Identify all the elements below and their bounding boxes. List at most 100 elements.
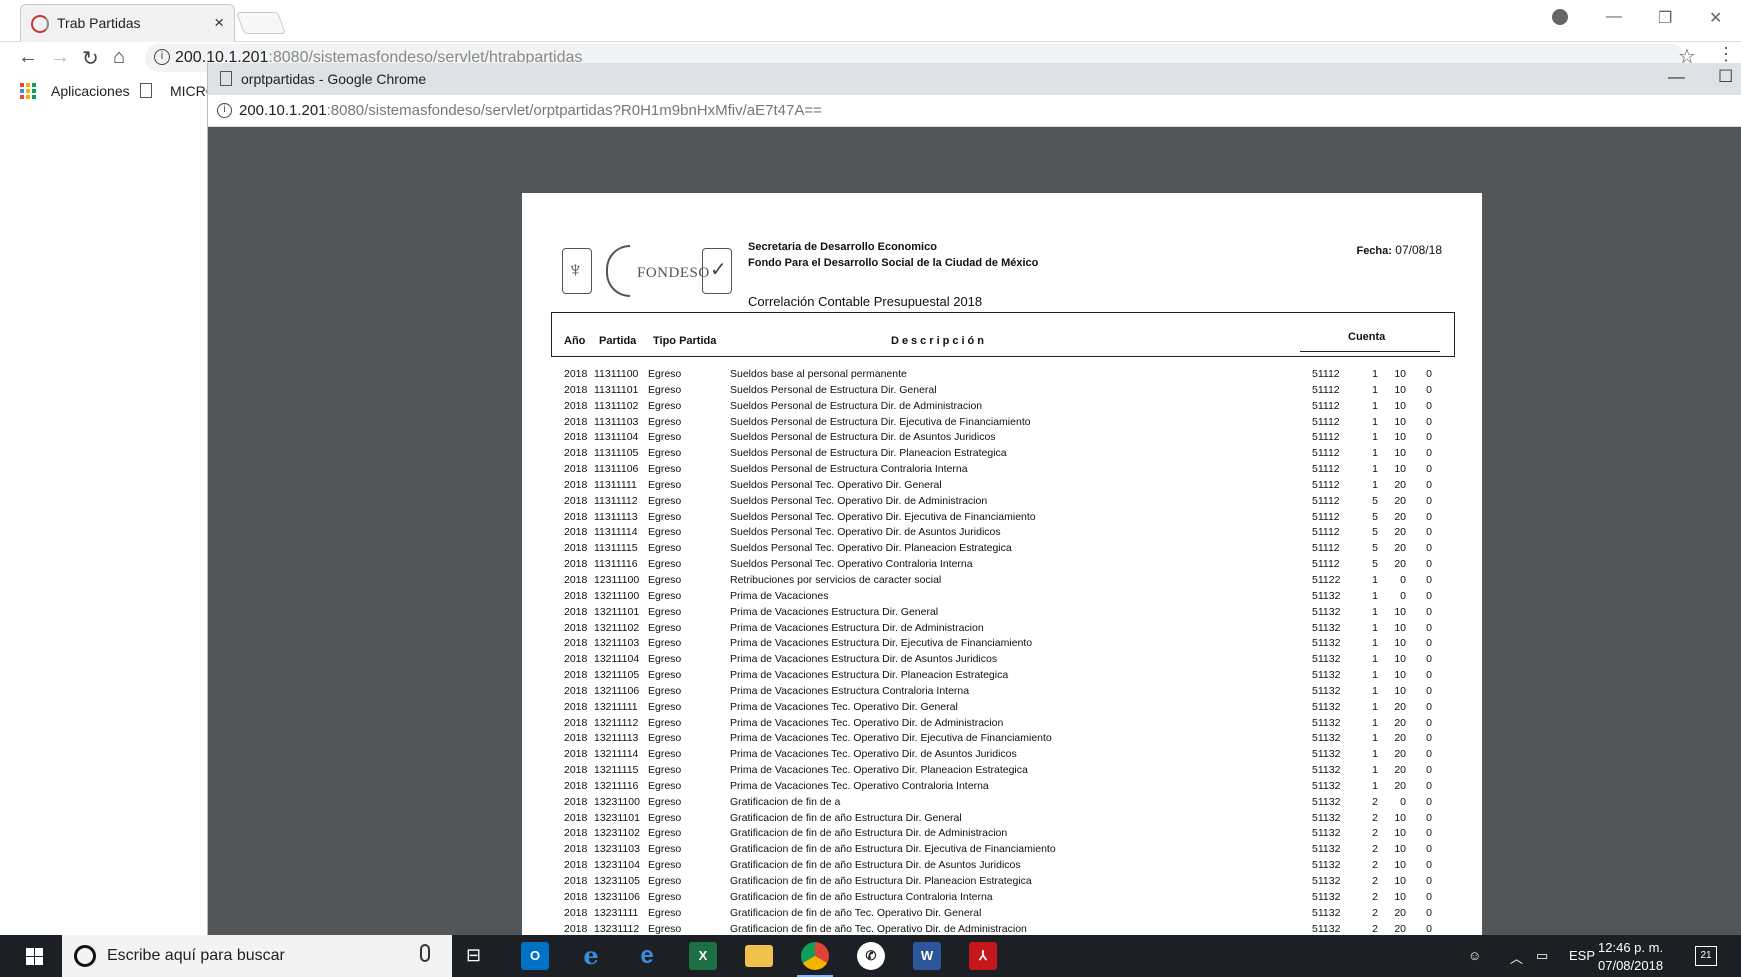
cortana-icon[interactable]	[74, 945, 96, 967]
excel-icon[interactable]: X	[689, 942, 717, 970]
apps-grid-icon[interactable]	[20, 83, 36, 99]
org-name: Secretaria de Desarrollo Economico	[748, 241, 937, 253]
row-descripcion: Gratificacion de fin de año Estructura D…	[730, 859, 1021, 872]
row-cuenta: 51112	[1312, 463, 1340, 476]
language-indicator[interactable]: ESP	[1569, 948, 1595, 963]
site-info-icon[interactable]: i	[154, 49, 170, 65]
row-anio: 2018	[564, 653, 588, 666]
row-cuenta-n3: 0	[1426, 906, 1432, 919]
row-descripcion: Sueldos Personal de Estructura Dir. Gene…	[730, 383, 937, 396]
popup-minimize-icon[interactable]: —	[1668, 67, 1685, 87]
row-partida: 13231112	[594, 922, 640, 935]
row-cuenta: 51132	[1312, 859, 1341, 872]
report-page: FONDESO Secretaria de Desarrollo Economi…	[522, 193, 1482, 973]
battery-icon[interactable]: ▭	[1536, 948, 1548, 964]
popup-site-info-icon[interactable]: i	[217, 103, 232, 118]
windows-start-icon[interactable]	[26, 948, 43, 965]
row-tipo: Egreso	[648, 399, 682, 412]
home-icon[interactable]: ⌂	[113, 46, 125, 69]
row-cuenta-n1: 1	[1372, 399, 1378, 412]
row-anio: 2018	[564, 748, 588, 761]
row-cuenta-n1: 5	[1372, 494, 1378, 507]
row-cuenta: 51112	[1312, 478, 1340, 491]
close-window-icon[interactable]: ✕	[1709, 8, 1722, 28]
row-anio: 2018	[564, 431, 588, 444]
row-cuenta-n3: 0	[1426, 922, 1432, 935]
row-cuenta-n1: 1	[1372, 748, 1378, 761]
table-row: 2018 13231111 Egreso Gratificacion de fin d…	[522, 907, 1482, 923]
table-row: 2018 13211114 Egreso Prima de Vacaciones Te…	[522, 748, 1482, 764]
col-header-partida: Partida	[599, 335, 637, 347]
table-row: 2018 13211115 Egreso Prima de Vacaciones Te…	[522, 764, 1482, 780]
row-descripcion: Sueldos Personal de Estructura Dir. de A…	[730, 431, 996, 444]
row-cuenta-n3: 0	[1426, 669, 1432, 682]
row-cuenta-n2: 20	[1394, 494, 1406, 507]
menu-icon[interactable]: ⋮	[1717, 44, 1735, 65]
popup-address-bar[interactable]: i 200.10.1.201:8080/sistemasfondeso/serv…	[208, 95, 1741, 127]
reload-icon[interactable]: ↻	[82, 46, 99, 71]
show-hidden-icons-icon[interactable]: ︿	[1510, 948, 1523, 967]
row-cuenta-n1: 1	[1372, 463, 1378, 476]
word-icon[interactable]: W	[913, 942, 941, 970]
row-tipo: Egreso	[648, 827, 682, 840]
table-row: 2018 13211103 Egreso Prima de Vacaciones Es…	[522, 637, 1482, 653]
table-row: 2018 13211100 Egreso Prima de Vacaciones 511…	[522, 590, 1482, 606]
tab-trab-partidas[interactable]: Trab Partidas ×	[20, 4, 235, 42]
row-tipo: Egreso	[648, 589, 682, 602]
row-cuenta-n1: 2	[1372, 859, 1378, 872]
acrobat-icon[interactable]: ⅄	[969, 942, 997, 970]
row-cuenta-n3: 0	[1426, 653, 1432, 666]
taskbar-search[interactable]: Escribe aquí para buscar	[62, 935, 452, 977]
row-tipo: Egreso	[648, 890, 682, 903]
row-partida: 11311100	[594, 368, 639, 380]
row-cuenta: 51132	[1312, 779, 1341, 792]
row-cuenta: 51132	[1312, 653, 1341, 666]
row-partida: 13211115	[594, 764, 639, 777]
search-placeholder: Escribe aquí para buscar	[107, 947, 285, 964]
chrome-icon[interactable]	[801, 942, 829, 970]
col-header-anio: Año	[564, 335, 586, 347]
action-center-icon[interactable]: 21	[1695, 946, 1717, 966]
row-cuenta: 51132	[1312, 875, 1341, 887]
row-cuenta: 51132	[1312, 795, 1341, 808]
file-explorer-icon[interactable]	[745, 945, 773, 967]
profile-icon[interactable]	[1552, 9, 1568, 25]
restore-icon[interactable]: ❐	[1658, 8, 1672, 28]
edge-icon[interactable]: e	[633, 942, 661, 970]
tab-close-icon[interactable]: ×	[214, 13, 224, 33]
row-cuenta: 51132	[1312, 700, 1341, 713]
row-partida: 11311101	[594, 383, 639, 396]
forward-icon[interactable]: →	[50, 46, 70, 69]
clock[interactable]: 12:46 p. m. 07/08/2018	[1598, 939, 1663, 975]
people-icon[interactable]: ☺	[1468, 948, 1481, 963]
outlook-icon[interactable]: O	[521, 942, 549, 970]
row-descripcion: Prima de Vacaciones Tec. Operativo Dir. …	[730, 700, 958, 713]
minimize-icon[interactable]: —	[1606, 8, 1622, 26]
cdmx-seal-logo	[562, 248, 592, 294]
microphone-icon[interactable]	[420, 944, 430, 962]
row-partida: 11311106	[594, 463, 639, 476]
task-view-icon[interactable]: ⊟	[466, 945, 481, 966]
table-row: 2018 11311114 Egreso Sueldos Personal Tec. …	[522, 526, 1482, 542]
bookmark-apps[interactable]: Aplicaciones	[51, 83, 130, 99]
row-partida: 13211112	[594, 716, 639, 729]
internet-explorer-icon[interactable]: e	[577, 942, 605, 970]
new-tab-button[interactable]	[235, 12, 287, 34]
row-cuenta-n3: 0	[1426, 732, 1432, 745]
row-descripcion: Prima de Vacaciones Tec. Operativo Dir. …	[730, 748, 1017, 761]
table-row: 2018 13231102 Egreso Gratificacion de fin d…	[522, 827, 1482, 843]
popup-maximize-icon[interactable]: ☐	[1718, 67, 1733, 87]
row-anio: 2018	[564, 399, 588, 412]
row-partida: 13211105	[594, 669, 640, 682]
row-partida: 13211100	[594, 589, 640, 602]
row-cuenta-n2: 20	[1394, 922, 1406, 935]
row-anio: 2018	[564, 700, 588, 713]
row-descripcion: Prima de Vacaciones Tec. Operativo Dir. …	[730, 764, 1028, 777]
back-icon[interactable]: ←	[18, 46, 38, 69]
row-cuenta-n2: 10	[1394, 843, 1406, 856]
whatsapp-icon[interactable]: ✆	[857, 942, 885, 970]
row-partida: 13231104	[594, 859, 640, 872]
row-tipo: Egreso	[648, 764, 682, 777]
row-anio: 2018	[564, 494, 588, 507]
table-row: 2018 13211112 Egreso Prima de Vacaciones Te…	[522, 717, 1482, 733]
